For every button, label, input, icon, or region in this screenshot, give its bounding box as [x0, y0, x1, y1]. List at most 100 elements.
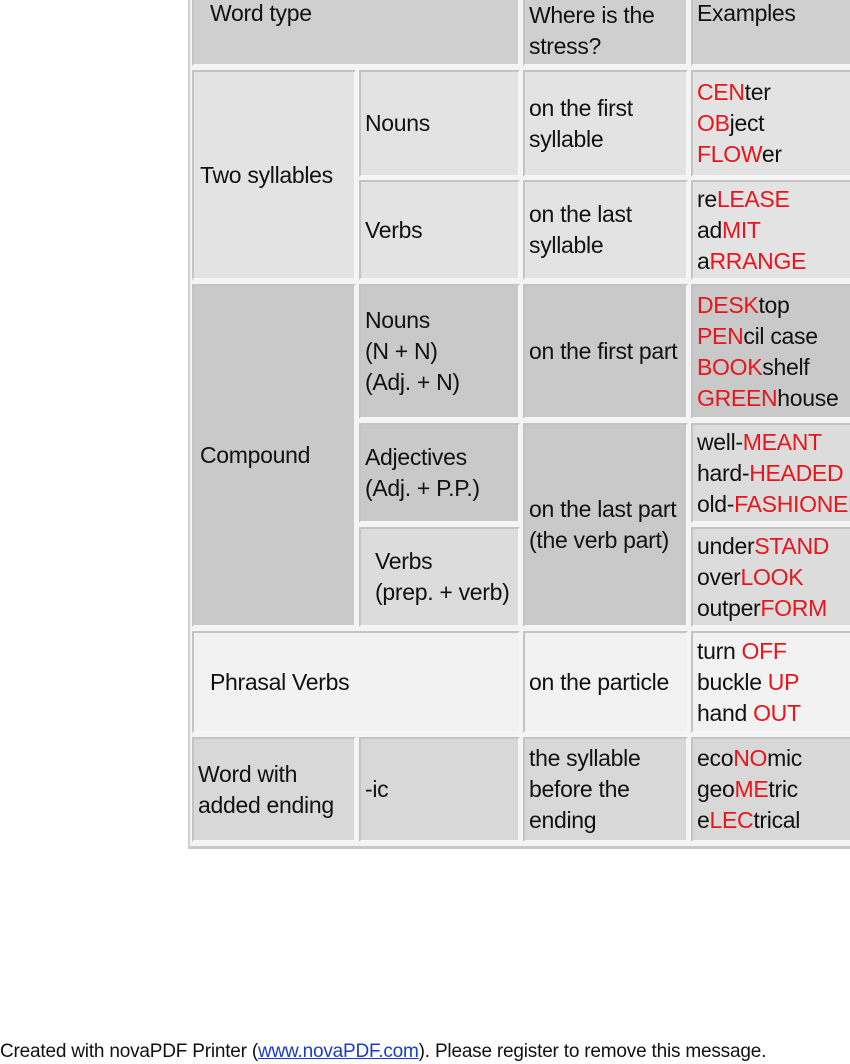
cell-line: syllable [529, 232, 604, 258]
cell-line: on the last part [529, 496, 677, 522]
stress-cell: on the first syllable [523, 70, 688, 177]
cell-line: Verbs [375, 548, 433, 574]
header-word-type-text: Word type [210, 0, 312, 26]
stressed-syllable: CEN [697, 79, 745, 105]
two-syllables-verbs-cell: Verbs [359, 180, 520, 280]
example-word: overLOOK [697, 562, 850, 593]
phrasal-verbs-cell: Phrasal Verbs [192, 631, 520, 733]
example-word: buckle UP [697, 667, 850, 698]
stressed-syllable: STAND [754, 532, 830, 559]
header-word-type: Word type [192, 0, 520, 66]
stress-cell: on the last syllable [523, 180, 688, 280]
unstressed-part: tric [768, 776, 798, 802]
examples-cell: reLEASE adMIT aRRANGE [691, 180, 850, 280]
example-word: hand OUT [697, 698, 850, 729]
cell-line: the syllable [529, 745, 641, 771]
unstressed-part: ter [744, 79, 771, 105]
stress-cell: the syllable before the ending [523, 737, 688, 842]
unstressed-part: ad [697, 216, 722, 243]
compound-verbs-cell: Verbs (prep. + verb) [359, 527, 520, 627]
unstressed-part: ject [729, 110, 765, 136]
unstressed-part: over [697, 563, 741, 590]
stressed-syllable: LEASE [716, 185, 790, 212]
stressed-syllable: UP [767, 668, 800, 695]
unstressed-part: hand [697, 699, 754, 726]
cell-line: on the last [529, 201, 632, 227]
word-with-ending-cell: Word with added ending [192, 737, 356, 842]
unstressed-part: hard- [697, 459, 750, 486]
unstressed-part: eco [697, 745, 734, 771]
unstressed-part: a [697, 247, 710, 274]
cell-line: on the first [529, 94, 633, 121]
cell-line: (Adj. + N) [365, 369, 460, 395]
stressed-syllable: MEANT [742, 428, 822, 455]
stressed-syllable: OB [697, 110, 730, 136]
cell-line: Word with [198, 760, 298, 787]
cell-line: added ending [198, 791, 334, 818]
unstressed-part: outper [697, 594, 761, 621]
unstressed-part: buckle [697, 668, 768, 695]
cell-line: on the first part [529, 338, 678, 364]
stressed-syllable: OFF [741, 637, 787, 664]
unstressed-part: shelf [762, 353, 810, 380]
verbs-label: Verbs [365, 216, 423, 243]
stressed-syllable: FASHIONED [734, 490, 850, 517]
unstressed-part: e [697, 807, 710, 833]
header-stress: Where is the stress? [523, 0, 688, 66]
cell-line: (Adj. + P.P.) [365, 475, 480, 501]
cell-line: on the particle [529, 668, 669, 695]
example-word: CENter [697, 77, 850, 108]
example-word: adMIT [697, 215, 850, 246]
suffix-label: -ic [365, 776, 389, 802]
cell-line: before the [529, 776, 630, 802]
cell-line: ending [529, 807, 597, 833]
header-stress-line: Where is the [529, 2, 655, 28]
header-examples: Examples [691, 0, 850, 66]
footer-text: Created with novaPDF Printer ( [0, 1041, 258, 1062]
example-word: BOOKshelf [697, 352, 850, 383]
two-syllables-cell: Two syllables [192, 70, 356, 280]
header-stress-line: stress? [529, 33, 602, 59]
example-word: reLEASE [697, 184, 850, 215]
example-word: ecoNOmic [697, 743, 850, 774]
stressed-syllable: BOOK [697, 353, 763, 380]
stressed-syllable: FLOW [697, 141, 762, 167]
examples-cell: well-MEANThard-HEADEDold-FASHIONED [691, 423, 850, 523]
unstressed-part: cil case [743, 322, 818, 349]
example-word: hard-HEADED [697, 458, 850, 489]
example-word: well-MEANT [697, 427, 850, 458]
example-word: aRRANGE [697, 246, 850, 277]
stressed-syllable: FORM [760, 594, 827, 621]
stressed-syllable: NO [733, 745, 768, 771]
footer-watermark: Created with novaPDF Printer (www.novaPD… [0, 1041, 766, 1063]
phrasal-verbs-label: Phrasal Verbs [210, 668, 350, 695]
compound-cell: Compound [192, 284, 356, 627]
examples-cell: CENter OBject FLOWer [691, 70, 850, 177]
stressed-syllable: PEN [697, 322, 744, 349]
unstressed-part: turn [697, 637, 742, 664]
two-syllables-nouns-cell: Nouns [359, 70, 520, 177]
examples-cell: DESKtop PENcil case BOOKshelf GREENhouse [691, 284, 850, 419]
stressed-syllable: MIT [721, 216, 761, 243]
cell-line: syllable [529, 125, 604, 152]
compound-adjectives-cell: Adjectives (Adj. + P.P.) [359, 423, 520, 523]
stressed-syllable: ME [734, 776, 769, 802]
stressed-syllable: DESK [697, 291, 759, 318]
examples-cell: underSTAND overLOOK outperFORM [691, 527, 850, 627]
unstressed-part: er [761, 141, 782, 167]
example-word: outperFORM [697, 593, 850, 624]
cell-line: (N + N) [365, 338, 438, 364]
example-word: GREENhouse [697, 383, 850, 414]
examples-cell: turn OFF buckle UP hand OUT [691, 631, 850, 733]
examples-cell: ecoNOmic geoMEtric eLECtrical [691, 737, 850, 842]
cell-line: (prep. + verb) [375, 579, 510, 605]
unstressed-part: mic [767, 745, 802, 771]
cell-line: (the verb part) [529, 527, 669, 553]
stressed-syllable: LOOK [740, 563, 804, 590]
stressed-syllable: GREEN [697, 384, 778, 411]
stress-cell: on the first part [523, 284, 688, 419]
cell-line: Nouns [365, 307, 430, 333]
novapdf-link[interactable]: www.novaPDF.com [258, 1041, 419, 1062]
footer-text: ). Please register to remove this messag… [418, 1041, 767, 1062]
example-word: OBject [697, 108, 850, 139]
